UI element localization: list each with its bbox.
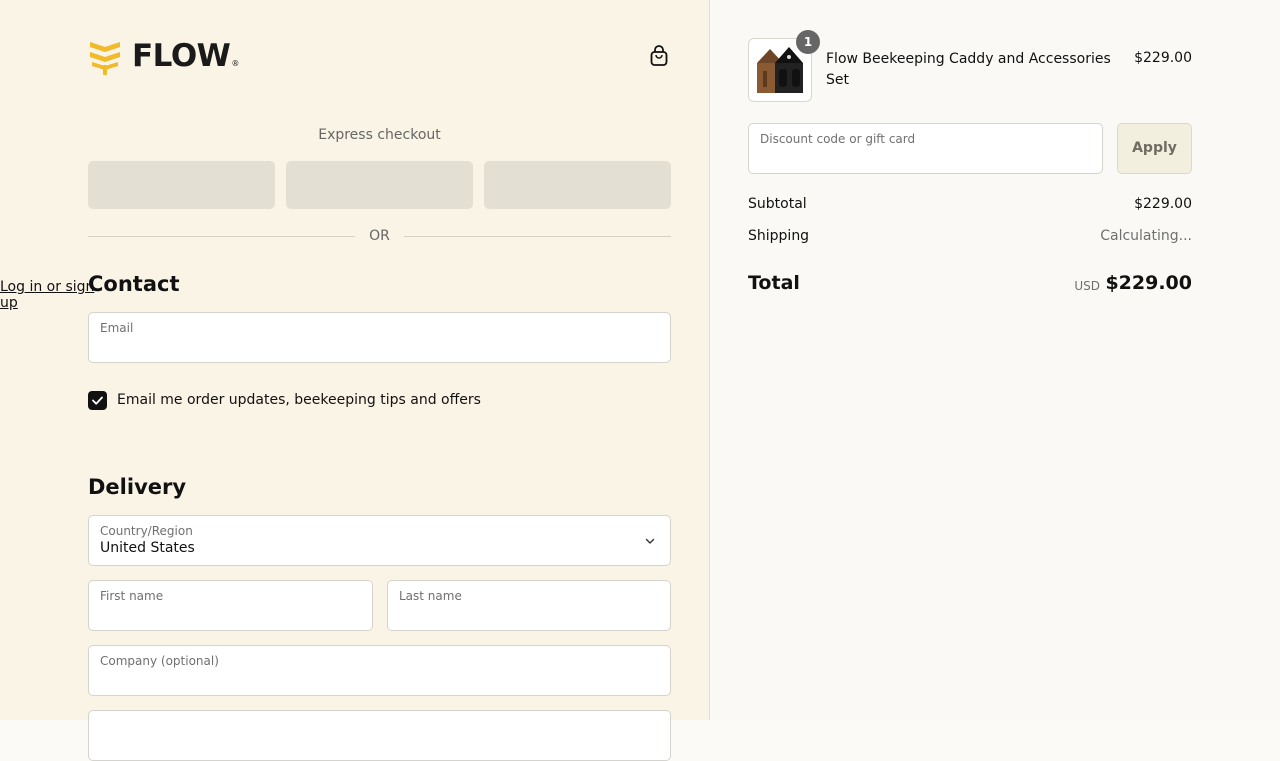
or-separator: OR [88, 228, 671, 244]
subtotal-value: $229.00 [1134, 196, 1192, 212]
country-value: United States [100, 540, 195, 556]
express-pay-button-1[interactable] [88, 161, 275, 209]
company-label: Company (optional) [100, 654, 219, 668]
discount-code-input[interactable]: Discount code or gift card [748, 123, 1103, 174]
flow-logo[interactable]: FLOW ® [88, 36, 239, 76]
country-select[interactable]: Country/Region United States [88, 515, 671, 566]
quantity-badge: 1 [796, 30, 820, 54]
country-label: Country/Region [100, 524, 193, 538]
total-currency: USD [1074, 279, 1100, 293]
separator-line-right [404, 236, 671, 237]
contact-title: Contact [88, 272, 180, 296]
email-field[interactable]: Email [88, 312, 671, 363]
apply-discount-button[interactable]: Apply [1117, 123, 1192, 174]
separator-line-left [88, 236, 355, 237]
email-label: Email [100, 321, 134, 335]
total-label: Total [748, 272, 800, 294]
shipping-label: Shipping [748, 228, 810, 244]
marketing-checkbox-label[interactable]: Email me order updates, beekeeping tips … [117, 392, 481, 408]
total-value: $229.00 [1105, 272, 1192, 294]
company-field[interactable]: Company (optional) [88, 645, 671, 696]
shopping-bag-icon[interactable] [648, 44, 670, 68]
bee-logo-icon [90, 42, 120, 75]
shipping-value: Calculating... [1100, 228, 1192, 244]
address-field[interactable] [88, 710, 671, 761]
express-checkout-title: Express checkout [318, 127, 441, 143]
express-pay-button-3[interactable] [484, 161, 671, 209]
delivery-title: Delivery [88, 475, 187, 499]
marketing-checkbox[interactable] [88, 391, 107, 410]
checkout-form-column: FLOW ® Express checkout OR Contact Log i… [0, 0, 709, 761]
product-price: $229.00 [1134, 50, 1192, 66]
express-pay-button-2[interactable] [286, 161, 473, 209]
order-summary-column [710, 0, 1280, 720]
first-name-label: First name [100, 589, 164, 603]
first-name-field[interactable]: First name [88, 580, 373, 631]
brand-wordmark: FLOW [132, 38, 231, 74]
checkmark-icon [92, 396, 103, 405]
product-name: Flow Beekeeping Caddy and Accessories Se… [826, 51, 1111, 88]
or-label: OR [369, 228, 390, 244]
login-link[interactable]: Log in or sign up [0, 279, 100, 311]
subtotal-label: Subtotal [748, 196, 807, 212]
chevron-down-icon [645, 538, 655, 544]
last-name-field[interactable]: Last name [387, 580, 671, 631]
discount-code-label: Discount code or gift card [760, 132, 916, 146]
registered-mark: ® [231, 58, 240, 68]
last-name-label: Last name [399, 589, 462, 603]
